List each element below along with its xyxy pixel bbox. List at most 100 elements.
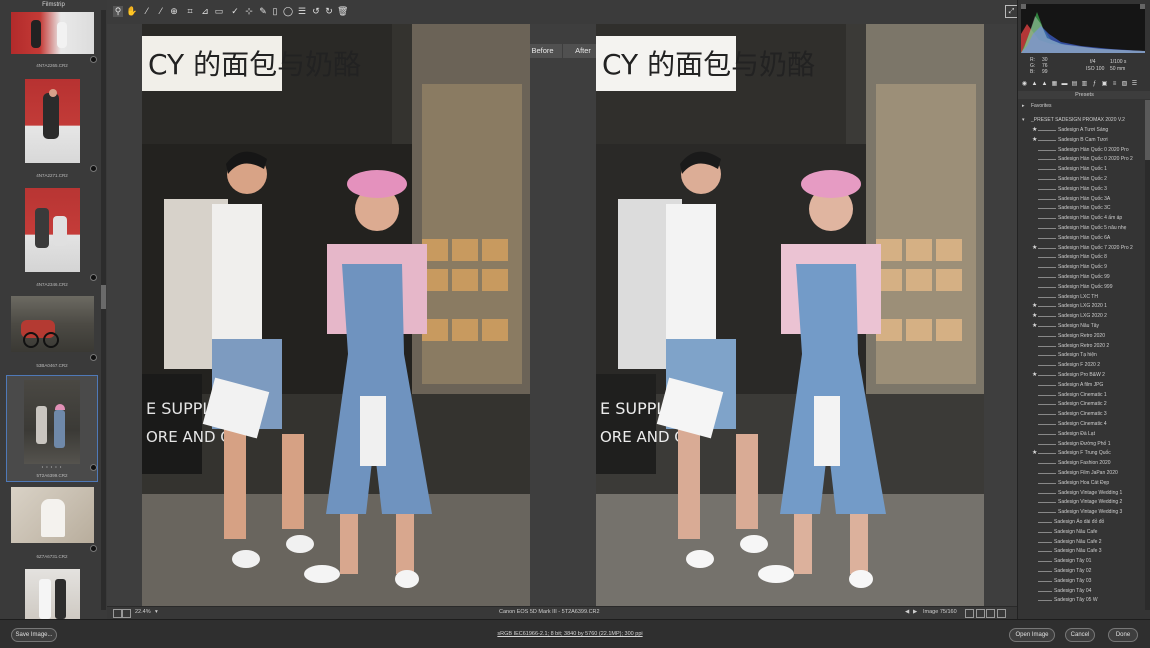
preset-item[interactable]: Sadesign Nâu Cafe bbox=[1018, 528, 1145, 537]
lens-tab-icon[interactable]: ▤ bbox=[1071, 81, 1078, 88]
filmstrip-item[interactable]: 4N7A2346.CR2 bbox=[7, 188, 97, 290]
tone-curve-tab-icon[interactable]: ▲ bbox=[1031, 81, 1038, 88]
toggle-settings-icon[interactable] bbox=[997, 609, 1006, 618]
next-image-icon[interactable]: ▶ bbox=[913, 609, 917, 615]
prev-image-icon[interactable]: ◀ bbox=[905, 609, 909, 615]
workflow-options-link[interactable]: sRGB IEC61966-2.1; 8 bit; 3840 by 5760 (… bbox=[420, 631, 720, 637]
spot-removal-icon[interactable]: ✓ bbox=[230, 6, 240, 17]
preset-group[interactable]: ▾ _PRESET SADESIGN PROMAX 2020 V.2 bbox=[1022, 116, 1125, 125]
preset-item[interactable]: Sadesign Hàn Quốc 3A bbox=[1018, 195, 1145, 204]
trash-icon[interactable]: 🗑 bbox=[337, 6, 348, 17]
preset-item[interactable]: Sadesign Hàn Quốc 3 bbox=[1018, 185, 1145, 194]
preset-item[interactable]: Sadesign Đường Phố 1 bbox=[1018, 440, 1145, 449]
preset-item[interactable]: ★ Sadesign LXG 2020 2 bbox=[1018, 312, 1145, 321]
preset-item[interactable]: ★ Sadesign A Tươi Sáng bbox=[1018, 126, 1145, 135]
open-image-button[interactable]: Open Image bbox=[1009, 628, 1055, 642]
preset-item[interactable]: Sadesign A film JPG bbox=[1018, 381, 1145, 390]
filmstrip-scroll-thumb[interactable] bbox=[101, 285, 106, 309]
preset-item[interactable]: Sadesign Cinematic 1 bbox=[1018, 391, 1145, 400]
cancel-button[interactable]: Cancel bbox=[1065, 628, 1095, 642]
preset-item[interactable]: Sadesign Tây 05 W bbox=[1018, 596, 1145, 605]
preset-item[interactable]: Sadesign Đà Lạt bbox=[1018, 430, 1145, 439]
favorite-star-icon[interactable]: ★ bbox=[1032, 449, 1037, 458]
preset-item[interactable]: ★ Sadesign Hàn Quốc 7 2020 Pro 2 bbox=[1018, 244, 1145, 253]
snapshots-tab-icon[interactable]: ▧ bbox=[1121, 81, 1128, 88]
preset-item[interactable]: Sadesign Tây 02 bbox=[1018, 567, 1145, 576]
color-sampler-icon[interactable]: ⁄ bbox=[156, 6, 166, 17]
preset-item[interactable]: Sadesign Tạ hiện bbox=[1018, 351, 1145, 360]
filmstrip-item-selected[interactable]: • • • • • 5T2A6399.CR2 bbox=[6, 375, 98, 482]
preset-item[interactable]: Sadesign Hàn Quốc 1 bbox=[1018, 165, 1145, 174]
preset-item[interactable]: Sadesign LXC TH bbox=[1018, 293, 1145, 302]
filmstrip-item[interactable] bbox=[7, 569, 97, 619]
preset-item[interactable]: Sadesign Nâu Cafe 2 bbox=[1018, 538, 1145, 547]
preset-item[interactable]: Sadesign Vintage Wedding 3 bbox=[1018, 508, 1145, 517]
preset-item[interactable]: Sadesign Retro 2020 2 bbox=[1018, 342, 1145, 351]
crop-icon[interactable]: ⌗ bbox=[185, 6, 195, 17]
after-photo[interactable]: CY 的面包与奶酪 E SUPPLY ORE AND GO bbox=[596, 24, 984, 606]
preset-item[interactable]: Sadesign Nâu Cafe 3 bbox=[1018, 547, 1145, 556]
favorite-star-icon[interactable]: ★ bbox=[1032, 244, 1037, 253]
preset-item[interactable]: Sadesign Hàn Quốc 0 2020 Pro 2 bbox=[1018, 155, 1145, 164]
transform-icon[interactable]: ▭ bbox=[214, 6, 224, 17]
graduated-filter-icon[interactable]: ▯ bbox=[270, 6, 280, 17]
preset-item[interactable]: Sadesign Áo dài đỏ đỏ bbox=[1018, 518, 1145, 527]
filmstrip-item[interactable]: 4N7A2271.CR2 bbox=[7, 79, 97, 181]
presets-scroll-thumb[interactable] bbox=[1145, 100, 1150, 160]
preset-item[interactable]: Sadesign Hàn Quốc 4 ấm áp bbox=[1018, 214, 1145, 223]
preset-item[interactable]: ★ Sadesign LXG 2020 1 bbox=[1018, 302, 1145, 311]
preset-item[interactable]: ★ Sadesign F Trung Quốc bbox=[1018, 449, 1145, 458]
preset-item[interactable]: Sadesign Vintage Wedding 1 bbox=[1018, 489, 1145, 498]
radial-filter-icon[interactable]: ◯ bbox=[283, 6, 293, 17]
filmstrip-item[interactable]: 6Z7A6731.CR2 bbox=[7, 487, 97, 562]
preset-item[interactable]: Sadesign Tây 03 bbox=[1018, 577, 1145, 586]
preset-item[interactable]: Sadesign Tây 01 bbox=[1018, 557, 1145, 566]
presets-tab-icon[interactable]: ≡ bbox=[1111, 81, 1118, 88]
zoom-in-icon[interactable] bbox=[122, 609, 131, 618]
preset-item[interactable]: Sadesign Hàn Quốc 5 nâu nhẹ bbox=[1018, 224, 1145, 233]
preset-item[interactable]: ★ Sadesign B Cam Tươi bbox=[1018, 136, 1145, 145]
panel-menu-icon[interactable]: ☰ bbox=[1131, 81, 1138, 88]
preset-item[interactable]: Sadesign Hàn Quốc 99 bbox=[1018, 273, 1145, 282]
straighten-icon[interactable]: ⊿ bbox=[200, 6, 210, 17]
favorite-star-icon[interactable]: ★ bbox=[1032, 302, 1037, 311]
preset-item[interactable]: Sadesign Hàn Quốc 8 bbox=[1018, 253, 1145, 262]
rotate-cw-icon[interactable]: ↻ bbox=[324, 6, 334, 17]
preset-item[interactable]: Sadesign F 2020 2 bbox=[1018, 361, 1145, 370]
preset-item[interactable]: ★ Sadesign Pro B&W 2 bbox=[1018, 371, 1145, 380]
favorite-star-icon[interactable]: ★ bbox=[1032, 126, 1037, 135]
filmstrip-item[interactable]: 53BA0467.CR2 bbox=[7, 296, 97, 371]
preset-item[interactable]: Sadesign Hàn Quốc 3C bbox=[1018, 204, 1145, 213]
favorite-star-icon[interactable]: ★ bbox=[1032, 371, 1037, 380]
view-mode-icon[interactable] bbox=[965, 609, 974, 618]
filmstrip-scrollbar[interactable] bbox=[101, 10, 106, 610]
detail-tab-icon[interactable]: ▲ bbox=[1041, 81, 1048, 88]
preset-item[interactable]: Sadesign Fashion 2020 bbox=[1018, 459, 1145, 468]
presets-scrollbar[interactable] bbox=[1145, 100, 1150, 610]
camera-tab-icon[interactable]: ▣ bbox=[1101, 81, 1108, 88]
favorite-star-icon[interactable]: ★ bbox=[1032, 312, 1037, 321]
rating-stars[interactable]: • • • • • bbox=[7, 464, 97, 469]
preset-item[interactable]: Sadesign Vintage Wedding 2 bbox=[1018, 498, 1145, 507]
hsl-tab-icon[interactable]: ▦ bbox=[1051, 81, 1058, 88]
brush-icon[interactable]: ✎ bbox=[258, 6, 268, 17]
filmstrip-item[interactable]: 4N7A2265.CR2 bbox=[7, 12, 97, 69]
swap-before-after-icon[interactable] bbox=[976, 609, 985, 618]
copy-settings-icon[interactable] bbox=[986, 609, 995, 618]
zoom-out-icon[interactable] bbox=[113, 609, 122, 618]
preset-item[interactable]: Sadesign Cinematic 4 bbox=[1018, 420, 1145, 429]
preset-item[interactable]: Sadesign Hàn Quốc 2 bbox=[1018, 175, 1145, 184]
target-adjust-icon[interactable]: ⊕ bbox=[169, 6, 179, 17]
preset-item[interactable]: Sadesign Hoa Cát Đẹp bbox=[1018, 479, 1145, 488]
save-image-button[interactable]: Save Image... bbox=[11, 628, 57, 642]
preset-item[interactable]: Sadesign Tây 04 bbox=[1018, 587, 1145, 596]
basic-tab-icon[interactable]: ◉ bbox=[1021, 81, 1028, 88]
preset-item[interactable]: Sadesign Hàn Quốc 6A bbox=[1018, 234, 1145, 243]
favorite-star-icon[interactable]: ★ bbox=[1032, 136, 1037, 145]
zoom-dropdown-icon[interactable]: ▾ bbox=[155, 609, 158, 615]
preset-item[interactable]: Sadesign Hàn Quốc 9 bbox=[1018, 263, 1145, 272]
preset-item[interactable]: Sadesign Hàn Quốc 0 2020 Pro bbox=[1018, 146, 1145, 155]
favorites-group[interactable]: ▸ Favorites bbox=[1022, 102, 1052, 111]
done-button[interactable]: Done bbox=[1108, 628, 1138, 642]
preset-item[interactable]: Sadesign Cinematic 3 bbox=[1018, 410, 1145, 419]
